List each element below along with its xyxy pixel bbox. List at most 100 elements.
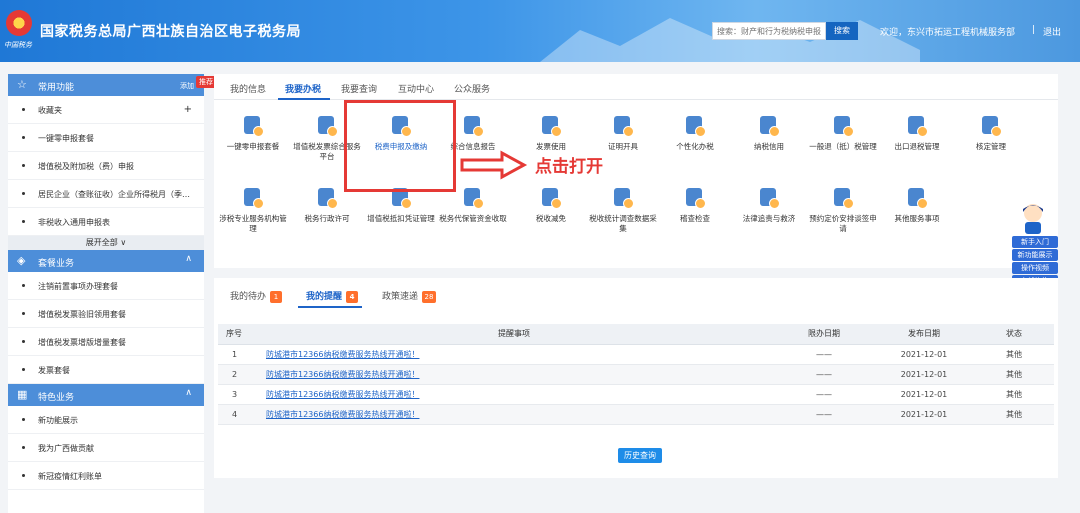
tab-label: 政策速递 xyxy=(382,292,419,302)
sidebar-section-features[interactable]: ▦ 特色业务 ∧ xyxy=(8,384,204,406)
chevron-up-icon[interactable]: ∧ xyxy=(185,254,192,264)
search-input[interactable] xyxy=(712,22,826,40)
sidebar-item[interactable]: 增值税及附加税（费）申报 xyxy=(8,152,204,180)
sidebar-item-label: 一键零申报套餐 xyxy=(38,134,94,143)
reminder-link[interactable]: 防城港市12366纳税缴费服务热线开通啦！ xyxy=(254,404,774,425)
bullet-icon xyxy=(22,418,25,421)
click-annotation: 点击打开 xyxy=(535,157,603,177)
function-icon xyxy=(831,114,855,138)
bullet-icon xyxy=(22,446,25,449)
sidebar-item[interactable]: 发票套餐 xyxy=(8,356,204,384)
sidebar-item[interactable]: 增值税发票增版增量套餐 xyxy=(8,328,204,356)
tab-label: 我的提醒 xyxy=(306,292,343,302)
star-icon: ☆ xyxy=(17,78,27,91)
service-panel: 我的信息 我要办税 我要查询 互动中心 公众服务 一键零申报套餐 增值税发票综合服… xyxy=(214,74,1058,268)
expand-all-button[interactable]: 展开全部 ∨ xyxy=(8,236,204,250)
sidebar-item[interactable]: 注销前置事项办理套餐 xyxy=(8,272,204,300)
sidebar-item[interactable]: 新冠疫情红利账单 xyxy=(8,462,204,490)
row-index: 4 xyxy=(218,404,254,425)
function-item[interactable]: 一般退（抵）税管理 xyxy=(806,114,880,152)
function-item[interactable]: 个性化办税 xyxy=(658,114,732,152)
function-icon xyxy=(611,114,635,138)
function-icon xyxy=(683,186,707,210)
column-header: 序号 xyxy=(218,324,254,345)
bullet-icon xyxy=(22,284,25,287)
sidebar-item[interactable]: 居民企业（查账征收）企业所得税月（季… xyxy=(8,180,204,208)
function-label: 其他服务事项 xyxy=(894,214,940,223)
function-label: 预约定价安排谈签申请 xyxy=(809,214,877,233)
sidebar-item[interactable]: 一键零申报套餐 xyxy=(8,124,204,152)
tab-public-service[interactable]: 公众服务 xyxy=(454,82,490,95)
sidebar-item[interactable]: 我为广西做贡献 xyxy=(8,434,204,462)
function-item[interactable]: 其他服务事项 xyxy=(880,186,954,224)
function-label: 一般退（抵）税管理 xyxy=(809,142,877,151)
column-header: 限办日期 xyxy=(774,324,874,345)
tab-label: 我的待办 xyxy=(230,292,267,302)
function-item[interactable]: 一键零申报套餐 xyxy=(216,114,290,152)
reminder-table: 序号 提醒事项 限办日期 发布日期 状态 1 防城港市12366纳税缴费服务热线开… xyxy=(218,324,1054,425)
function-item[interactable]: 涉税专业服务机构管理 xyxy=(216,186,290,234)
sidebar-item[interactable]: 非税收入通用申报表 xyxy=(8,208,204,236)
tab-reminders[interactable]: 我的提醒 4 xyxy=(306,289,359,303)
sidebar-item-favorites[interactable]: 收藏夹 + xyxy=(8,96,204,124)
function-item[interactable]: 纳税信用 xyxy=(732,114,806,152)
history-query-button[interactable]: 历史查询 xyxy=(618,448,662,463)
main-tabs: 我的信息 我要办税 我要查询 互动中心 公众服务 xyxy=(214,74,1058,100)
function-icon xyxy=(539,186,563,210)
site-title: 国家税务总局广西壮族自治区电子税务局 xyxy=(40,24,301,40)
tab-tax-handling[interactable]: 我要办税 xyxy=(285,82,321,95)
add-link[interactable]: 添加 xyxy=(180,81,194,91)
column-header: 提醒事项 xyxy=(254,324,774,345)
bullet-icon xyxy=(22,108,25,111)
top-header: 中国税务 国家税务总局广西壮族自治区电子税务局 搜索 欢迎，东兴市拓运工程机械服… xyxy=(0,0,1080,62)
table-row: 3 防城港市12366纳税缴费服务热线开通啦！ —— 2021-12-01 其他 xyxy=(218,384,1054,405)
table-cell: 其他 xyxy=(974,404,1054,425)
table-cell: 其他 xyxy=(974,364,1054,385)
function-item[interactable]: 核定管理 xyxy=(954,114,1028,152)
sidebar-item-label: 注销前置事项办理套餐 xyxy=(38,282,118,291)
plus-icon[interactable]: + xyxy=(184,104,192,115)
function-item[interactable]: 税收统计调查数据采集 xyxy=(586,186,660,234)
function-icon xyxy=(611,186,635,210)
bullet-icon xyxy=(22,164,25,167)
table-row: 4 防城港市12366纳税缴费服务热线开通啦！ —— 2021-12-01 其他 xyxy=(218,404,1054,425)
tab-query[interactable]: 我要查询 xyxy=(341,82,377,95)
function-item[interactable]: 预约定价安排谈签申请 xyxy=(806,186,880,234)
function-item[interactable]: 出口退税管理 xyxy=(880,114,954,152)
section-title: 套餐业务 xyxy=(38,259,75,269)
reminder-link[interactable]: 防城港市12366纳税缴费服务热线开通啦！ xyxy=(254,364,774,385)
function-label: 核定管理 xyxy=(976,142,1006,151)
arrow-right-icon xyxy=(460,150,528,180)
operation-video-button[interactable]: 操作视频 xyxy=(1012,262,1058,274)
function-item[interactable]: 稽查检查 xyxy=(658,186,732,224)
sidebar-item[interactable]: 新功能展示 xyxy=(8,406,204,434)
sidebar-item[interactable]: 增值税发票验旧领用套餐 xyxy=(8,300,204,328)
function-item[interactable]: 税收减免 xyxy=(514,186,588,224)
sidebar-section-packages[interactable]: ◈ 套餐业务 ∧ xyxy=(8,250,204,272)
active-tab-indicator xyxy=(298,306,362,308)
function-label: 一键零申报套餐 xyxy=(226,142,280,151)
assistant-avatar-icon[interactable] xyxy=(1018,200,1048,234)
chevron-up-icon[interactable]: ∧ xyxy=(185,388,192,398)
function-item[interactable]: 证明开具 xyxy=(586,114,660,152)
table-cell: —— xyxy=(774,364,874,385)
newbie-guide-button[interactable]: 新手入门 xyxy=(1012,236,1058,248)
tab-my-info[interactable]: 我的信息 xyxy=(230,82,266,95)
logout-link[interactable]: 退出 xyxy=(1043,25,1061,38)
welcome-text: 欢迎，东兴市拓运工程机械服务部 xyxy=(880,28,1016,38)
function-item[interactable]: 发票使用 xyxy=(514,114,588,152)
new-feature-button[interactable]: 新功能展示 xyxy=(1012,249,1058,261)
function-icon xyxy=(683,114,707,138)
reminder-link[interactable]: 防城港市12366纳税缴费服务热线开通啦！ xyxy=(254,384,774,405)
function-icon xyxy=(539,114,563,138)
table-cell: —— xyxy=(774,404,874,425)
tab-policy[interactable]: 政策速递 28 xyxy=(382,289,437,303)
bullet-icon xyxy=(22,368,25,371)
tab-interaction[interactable]: 互动中心 xyxy=(398,82,434,95)
function-item[interactable]: 法律追责与救济 xyxy=(732,186,806,224)
reminder-link[interactable]: 防城港市12366纳税缴费服务热线开通啦！ xyxy=(254,344,774,365)
sidebar-section-common[interactable]: ☆ 常用功能 添加 xyxy=(8,74,204,96)
search-button[interactable]: 搜索 xyxy=(826,22,858,40)
layers-icon: ◈ xyxy=(17,254,26,267)
tab-todo[interactable]: 我的待办 1 xyxy=(230,289,283,303)
